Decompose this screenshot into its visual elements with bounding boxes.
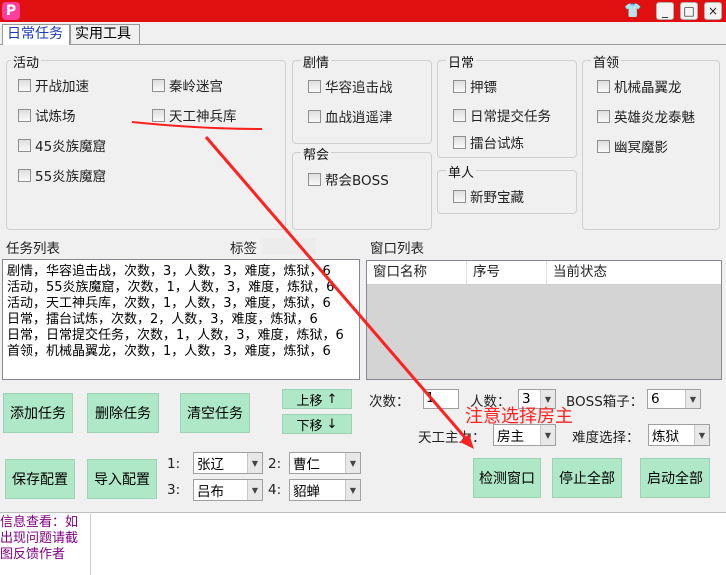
annotation-arrow-line: [204, 136, 470, 442]
underline-annotation: [131, 121, 263, 130]
annotation-text: 注意选择房主: [465, 406, 573, 427]
annotation-overlay: [131, 121, 474, 449]
tab-daily-tasks[interactable]: 日常任务: [2, 24, 70, 45]
